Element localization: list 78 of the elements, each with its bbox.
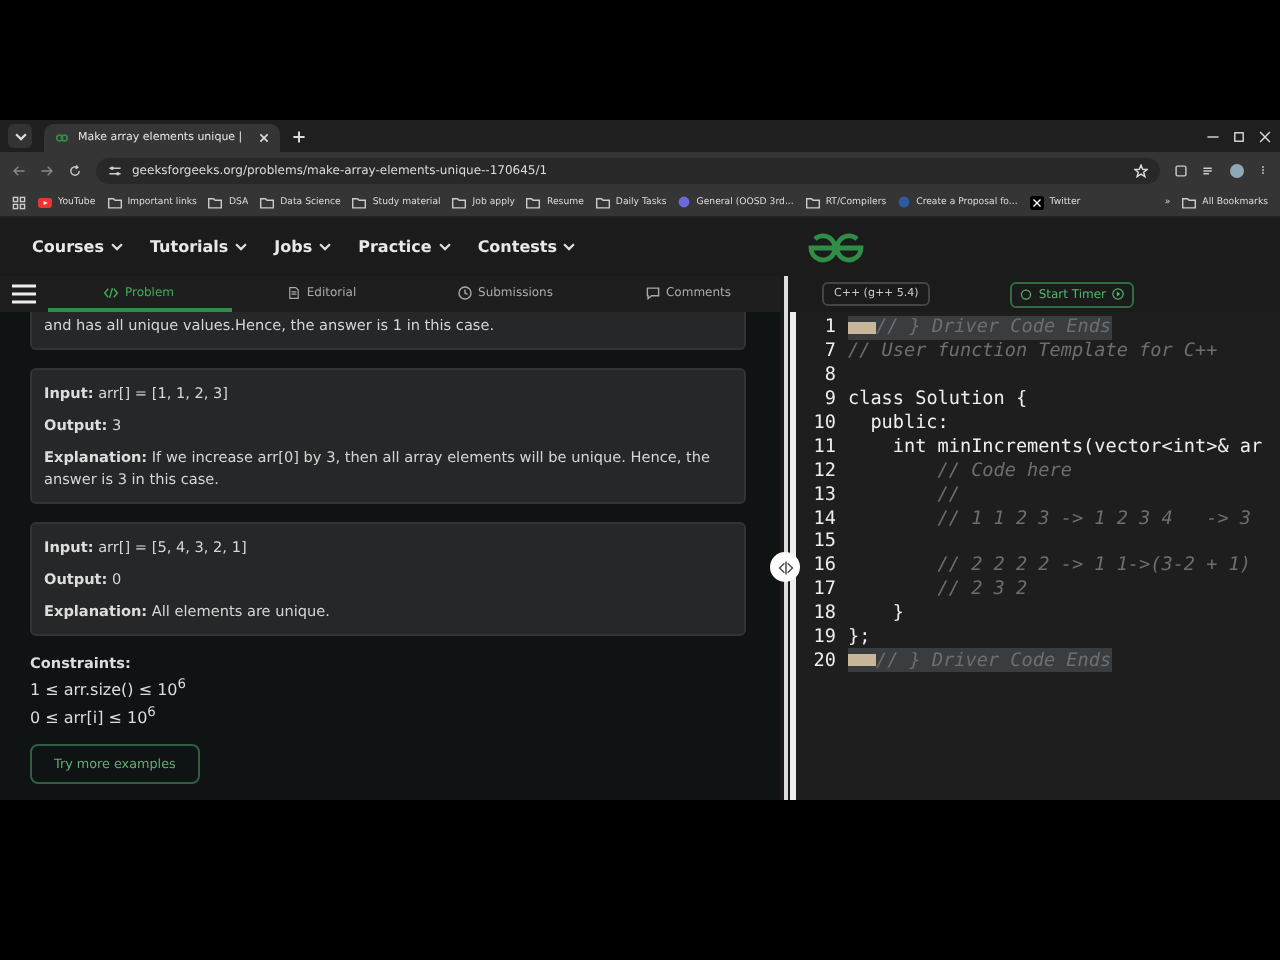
- site-logo: [806, 231, 867, 263]
- chevron-down-icon: [109, 240, 124, 254]
- line-number: 15: [811, 530, 838, 553]
- restore-icon: [1232, 129, 1246, 143]
- code-line: };: [848, 625, 871, 649]
- fold-marker[interactable]: [848, 321, 876, 334]
- nav-menu[interactable]: Tutorials: [149, 238, 249, 256]
- folder-icon: [805, 195, 820, 209]
- line-number: 16: [811, 554, 838, 577]
- code-line: int minIncrements(vector<int>& ar: [890, 434, 1263, 459]
- reload-icon: [68, 163, 82, 177]
- folder-icon: [260, 195, 275, 209]
- profile-avatar[interactable]: [1230, 163, 1244, 177]
- line-number: 13: [811, 483, 838, 506]
- folder-icon: [208, 195, 223, 209]
- folder-icon: [595, 195, 610, 209]
- line-number: 11: [811, 435, 838, 458]
- code-line: }: [890, 601, 904, 626]
- nav-menu[interactable]: Contests: [477, 238, 577, 256]
- folder-icon: [452, 195, 467, 209]
- folder-icon: [352, 195, 367, 209]
- star-icon: [1134, 163, 1148, 177]
- nav-menu[interactable]: Courses: [32, 238, 124, 256]
- extensions-icon: [1174, 163, 1188, 177]
- chat-icon: [645, 285, 660, 299]
- code-line: class Solution {: [848, 387, 1028, 412]
- code-line: // User function Template for C++: [848, 339, 1218, 364]
- site-logo-icon: [54, 132, 70, 144]
- line-number: 8: [822, 364, 838, 387]
- line-number: 18: [811, 602, 838, 625]
- code-line: // 2 2 2 2 -> 1 1->(3-2 + 1): [935, 553, 1251, 578]
- line-number: 9: [822, 388, 838, 411]
- new-tab-icon: [292, 129, 306, 143]
- nav-menu[interactable]: Practice: [358, 238, 452, 256]
- code-icon: [104, 285, 119, 299]
- nav-menu[interactable]: Jobs: [274, 238, 333, 256]
- x-logo-icon: [1029, 195, 1044, 209]
- close-icon: [258, 132, 270, 144]
- site-settings-icon: [108, 163, 122, 177]
- code-line: public:: [868, 411, 949, 435]
- line-number: 20: [811, 649, 838, 672]
- globe-icon: [898, 196, 911, 208]
- resize-icon: [777, 559, 793, 575]
- play-icon: [1112, 288, 1125, 300]
- code-line: //: [935, 482, 960, 507]
- fold-marker[interactable]: [848, 654, 876, 667]
- document-icon: [288, 285, 301, 299]
- constraint-text: 0 ≤ arr[i] ≤ 10$^{6}$: [30, 703, 158, 727]
- video-icon: [38, 195, 52, 209]
- folder-icon: [526, 195, 541, 209]
- chevron-down-icon: [234, 240, 249, 254]
- app-icon: [678, 196, 691, 208]
- chevron-down-icon: [318, 240, 333, 254]
- code-line: // 1 1 2 3 -> 1 2 3 4 -> 3: [935, 506, 1251, 531]
- chevron-down-icon: [562, 240, 577, 254]
- code-line: // 2 3 2: [935, 577, 1028, 602]
- line-number: 7: [822, 340, 838, 363]
- tab-search-button[interactable]: [8, 124, 32, 148]
- back-icon: [12, 163, 26, 177]
- clock-icon: [458, 285, 473, 299]
- line-number: 14: [811, 507, 838, 530]
- constraint-text: 1 ≤ arr.size() ≤ 10$^{6}$: [30, 676, 188, 700]
- line-number: 19: [811, 626, 838, 649]
- line-number: 1: [822, 316, 838, 339]
- media-icon: [1202, 163, 1216, 177]
- line-number: 17: [811, 578, 838, 601]
- chevron-down-icon: [437, 240, 452, 254]
- folder-icon: [1182, 195, 1197, 209]
- close-icon: [1258, 129, 1272, 143]
- scrollbar[interactable]: [783, 276, 787, 800]
- menu-icon[interactable]: [12, 284, 36, 304]
- folder-icon: [107, 195, 122, 209]
- forward-icon: [40, 163, 54, 177]
- line-number: 10: [811, 412, 838, 434]
- apps-icon: [12, 195, 26, 209]
- line-number: 12: [811, 459, 838, 482]
- code-line: // Code here: [935, 458, 1072, 483]
- chevron-down-icon: [13, 129, 27, 143]
